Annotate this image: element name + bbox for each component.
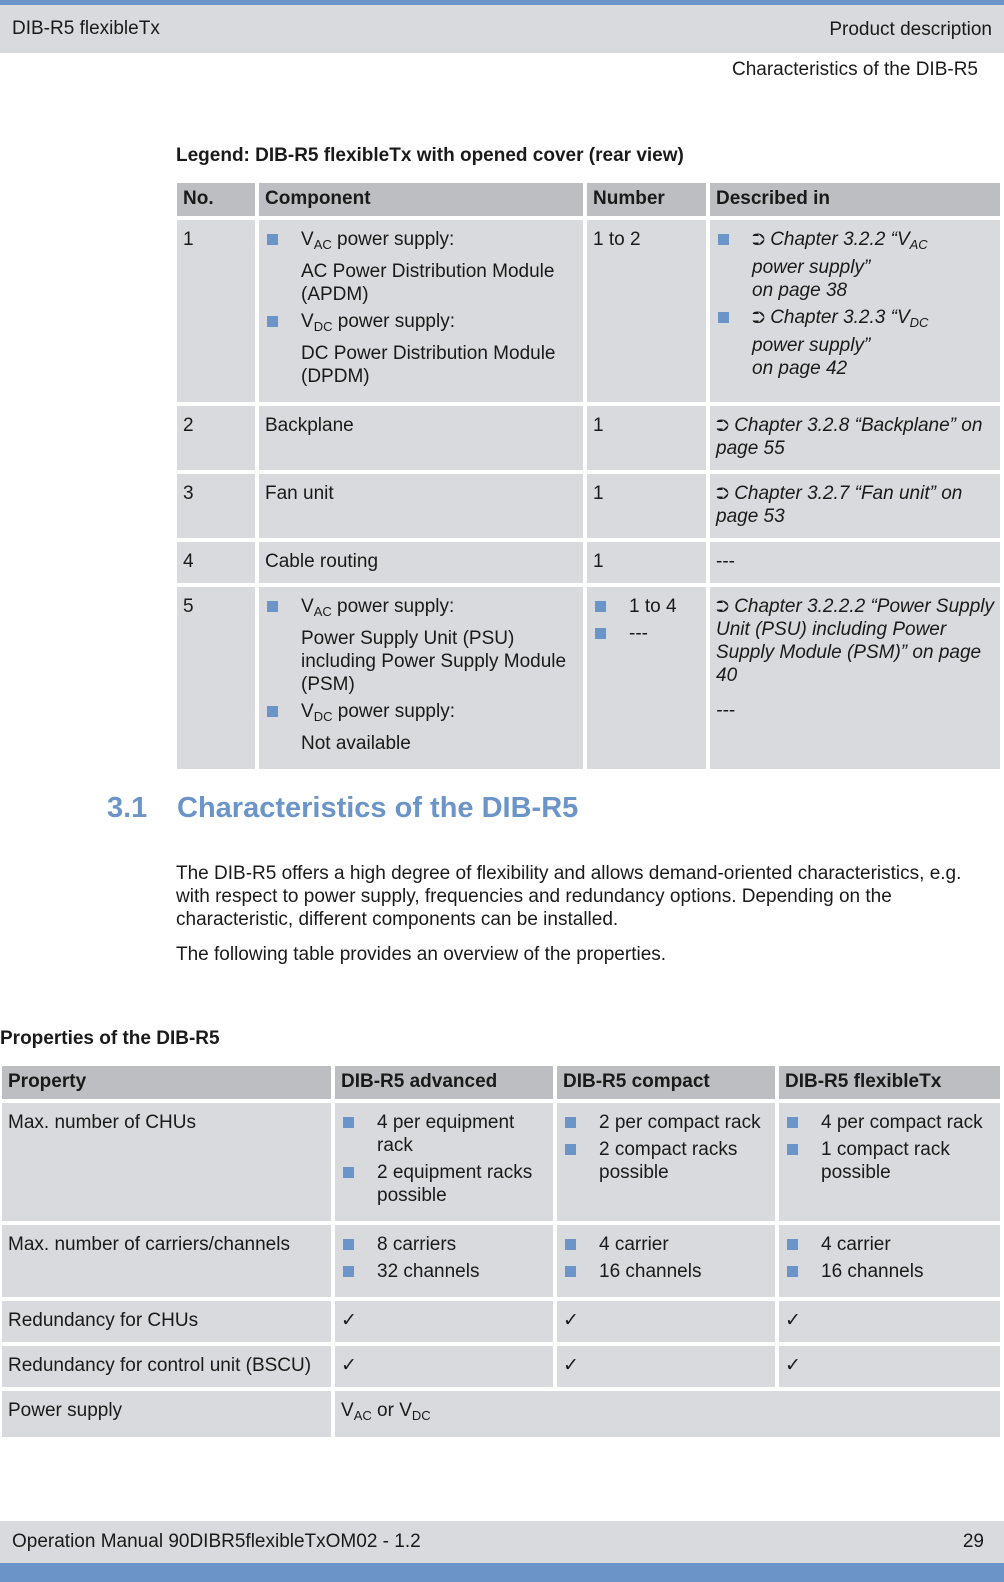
cell-number: 1 xyxy=(587,406,706,470)
table-row: Max. number of carriers/channels 8 carri… xyxy=(2,1225,1000,1297)
cell-number: 1 xyxy=(587,474,706,538)
section-number: 3.1 xyxy=(107,792,148,824)
check-icon: ✓ xyxy=(557,1346,775,1387)
cell-property: Redundancy for CHUs xyxy=(2,1301,331,1342)
page-number: 29 xyxy=(962,1531,984,1552)
column-header: Component xyxy=(259,183,583,216)
properties-table: Property DIB-R5 advanced DIB-R5 compact … xyxy=(0,1062,1004,1441)
check-icon: ✓ xyxy=(335,1346,553,1387)
list-item: VDC power supply: DC Power Distribution … xyxy=(265,310,577,388)
cross-reference-icon: ⮊ xyxy=(716,597,729,616)
table-row: 1 VAC power supply: AC Power Distributio… xyxy=(177,220,1000,402)
cell-number: 1 to 2 xyxy=(587,220,706,402)
column-header: No. xyxy=(177,183,255,216)
check-icon: ✓ xyxy=(557,1301,775,1342)
section-body: The DIB-R5 offers a high degree of flexi… xyxy=(176,862,996,966)
cell-text: --- xyxy=(716,700,735,721)
check-icon: ✓ xyxy=(779,1301,1000,1342)
cell-component: VAC power supply: Power Supply Unit (PSU… xyxy=(259,587,583,769)
list-item: 2 per compact rack xyxy=(563,1111,769,1134)
list-item: 1 to 4 xyxy=(593,595,700,618)
cell-number: 1 to 4 --- xyxy=(587,587,706,769)
cross-reference-icon: ⮊ xyxy=(716,484,729,503)
check-icon: ✓ xyxy=(779,1346,1000,1387)
list-item: VAC power supply: AC Power Distribution … xyxy=(265,228,577,306)
cell-number: 1 xyxy=(587,542,706,583)
cell-property: Max. number of CHUs xyxy=(2,1103,331,1221)
cross-reference-icon: ⮊ xyxy=(716,416,729,435)
table-row: 5 VAC power supply: Power Supply Unit (P… xyxy=(177,587,1000,769)
chapter-link[interactable]: ⮊ Chapter 3.2.7 “Fan unit” on page 53 xyxy=(710,474,1000,538)
properties-table-header: Property DIB-R5 advanced DIB-R5 compact … xyxy=(2,1066,1000,1099)
cell-no: 3 xyxy=(177,474,255,538)
cell-property: Power supply xyxy=(2,1391,331,1437)
table-row: 2 Backplane 1 ⮊ Chapter 3.2.8 “Backplane… xyxy=(177,406,1000,470)
table-row: 3 Fan unit 1 ⮊ Chapter 3.2.7 “Fan unit” … xyxy=(177,474,1000,538)
list-item: VDC power supply: Not available xyxy=(265,700,577,755)
column-header: Property xyxy=(2,1066,331,1099)
footer-document-id: Operation Manual 90DIBR5flexibleTxOM02 -… xyxy=(12,1531,421,1552)
cell-described-in: ⮊ Chapter 3.2.2.2 “Power Supply Unit (PS… xyxy=(710,587,1000,769)
page-footer: Operation Manual 90DIBR5flexibleTxOM02 -… xyxy=(0,1521,1004,1563)
list-item: --- xyxy=(593,622,700,645)
table-row: Max. number of CHUs 4 per equipment rack… xyxy=(2,1103,1000,1221)
cell-no: 2 xyxy=(177,406,255,470)
list-item: 16 channels xyxy=(785,1260,994,1283)
paragraph: The DIB-R5 offers a high degree of flexi… xyxy=(176,863,962,930)
list-item: 4 carrier xyxy=(785,1233,994,1256)
chapter-link[interactable]: ⮊ Chapter 3.2.2 “VAC power supply” on pag… xyxy=(716,228,994,302)
cross-reference-icon: ⮊ xyxy=(752,230,765,249)
cell-no: 1 xyxy=(177,220,255,402)
cell-component: Fan unit xyxy=(259,474,583,538)
header-chapter: Product description xyxy=(829,19,992,40)
header-product-name: DIB-R5 flexibleTx xyxy=(12,18,160,39)
list-item: 4 per equipment rack xyxy=(341,1111,547,1157)
check-icon: ✓ xyxy=(335,1301,553,1342)
paragraph: The following table provides an overview… xyxy=(176,944,667,965)
table-row: 4 Cable routing 1 --- xyxy=(177,542,1000,583)
table-row: Redundancy for control unit (BSCU) ✓ ✓ ✓ xyxy=(2,1346,1000,1387)
list-item: 32 channels xyxy=(341,1260,547,1283)
column-header: DIB-R5 compact xyxy=(557,1066,775,1099)
table-row: Redundancy for CHUs ✓ ✓ ✓ xyxy=(2,1301,1000,1342)
cell-described-in: ⮊ Chapter 3.2.2 “VAC power supply” on pag… xyxy=(710,220,1000,402)
cell-described-in: --- xyxy=(710,542,1000,583)
column-header: Number xyxy=(587,183,706,216)
legend-table-header: No. Component Number Described in xyxy=(177,183,1000,216)
section-title: Characteristics of the DIB-R5 xyxy=(177,792,579,824)
list-item: VAC power supply: Power Supply Unit (PSU… xyxy=(265,595,577,696)
properties-table-caption: Properties of the DIB-R5 xyxy=(0,1028,220,1049)
cell-power-supply: VAC or VDC xyxy=(335,1391,1000,1437)
cell-property: Max. number of carriers/channels xyxy=(2,1225,331,1297)
legend-table-caption: Legend: DIB-R5 flexibleTx with opened co… xyxy=(176,145,684,166)
list-item: 4 carrier xyxy=(563,1233,769,1256)
cell-no: 4 xyxy=(177,542,255,583)
chapter-link[interactable]: ⮊ Chapter 3.2.2.2 “Power Supply Unit (PS… xyxy=(716,595,994,687)
list-item: 8 carriers xyxy=(341,1233,547,1256)
chapter-link[interactable]: ⮊ Chapter 3.2.8 “Backplane” on page 55 xyxy=(710,406,1000,470)
list-item: 2 equipment racks possible xyxy=(341,1161,547,1207)
cell-no: 5 xyxy=(177,587,255,769)
list-item: 16 channels xyxy=(563,1260,769,1283)
cell-component: VAC power supply: AC Power Distribution … xyxy=(259,220,583,402)
list-item: 2 compact racks possible xyxy=(563,1138,769,1184)
column-header: DIB-R5 flexibleTx xyxy=(779,1066,1000,1099)
header-section: Characteristics of the DIB-R5 xyxy=(731,59,978,80)
list-item: 1 compact rack possible xyxy=(785,1138,994,1184)
chapter-link[interactable]: ⮊ Chapter 3.2.3 “VDC power supply” on pag… xyxy=(716,306,994,380)
list-item: 4 per compact rack xyxy=(785,1111,994,1134)
column-header: Described in xyxy=(710,183,1000,216)
cell-component: Cable routing xyxy=(259,542,583,583)
page-header: DIB-R5 flexibleTx Product description xyxy=(0,5,1004,53)
cell-component: Backplane xyxy=(259,406,583,470)
cross-reference-icon: ⮊ xyxy=(752,308,765,327)
legend-table: No. Component Number Described in 1 VAC … xyxy=(173,179,1004,773)
cell-property: Redundancy for control unit (BSCU) xyxy=(2,1346,331,1387)
section-heading: 3.1 Characteristics of the DIB-R5 xyxy=(107,792,578,825)
bottom-accent-bar xyxy=(0,1563,1004,1582)
column-header: DIB-R5 advanced xyxy=(335,1066,553,1099)
table-row: Power supply VAC or VDC xyxy=(2,1391,1000,1437)
